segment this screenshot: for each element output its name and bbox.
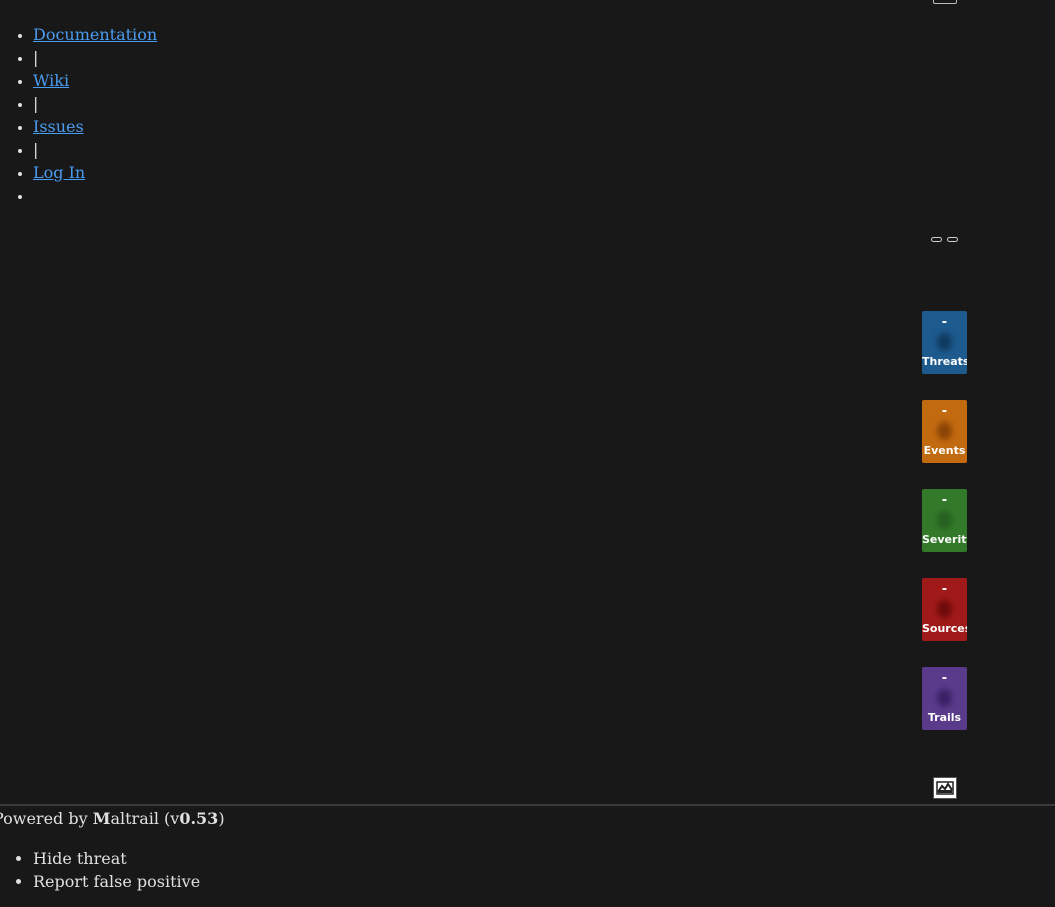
events-stat-box[interactable]: - Events	[922, 400, 967, 463]
issues-link[interactable]: Issues	[33, 117, 84, 136]
severity-sparkline	[937, 511, 952, 529]
severity-value: -	[941, 493, 948, 508]
nav-separator: |	[33, 138, 157, 161]
brand-initial: M	[92, 809, 111, 828]
version-number: 0.53	[179, 809, 219, 828]
threats-value: -	[941, 315, 948, 330]
header-nav: Documentation | Wiki | Issues | Log In	[33, 23, 157, 207]
brand-name: altrail	[110, 809, 159, 828]
sources-stat-box[interactable]: - Sources	[922, 578, 967, 641]
nav-separator: |	[33, 92, 157, 115]
severity-stat-box[interactable]: - Severity	[922, 489, 967, 552]
period-next-button[interactable]	[947, 237, 958, 242]
nav-item-empty	[33, 184, 157, 207]
nav-separator: |	[33, 46, 157, 69]
sources-sparkline	[937, 600, 952, 618]
documentation-link[interactable]: Documentation	[33, 25, 157, 44]
events-value: -	[941, 404, 948, 419]
trails-stat-box[interactable]: - Trails	[922, 667, 967, 730]
nav-item-wiki: Wiki	[33, 69, 157, 92]
hide-threat-item[interactable]: Hide threat	[33, 847, 200, 870]
trails-label: Trails	[927, 711, 962, 724]
page: Documentation | Wiki | Issues | Log In -…	[0, 0, 1055, 907]
chart-icon[interactable]	[933, 777, 957, 799]
nav-item-documentation: Documentation	[33, 23, 157, 46]
login-link[interactable]: Log In	[33, 163, 85, 182]
events-label: Events	[923, 444, 966, 457]
period-prev-button[interactable]	[931, 237, 942, 242]
report-false-positive-item[interactable]: Report false positive	[33, 870, 200, 893]
events-sparkline	[937, 422, 952, 440]
sources-label: Sources	[922, 622, 967, 635]
context-menu: Hide threat Report false positive	[33, 847, 200, 893]
sources-value: -	[941, 582, 948, 597]
nav-item-login: Log In	[33, 161, 157, 184]
trails-sparkline	[937, 689, 952, 707]
threats-label: Threats	[922, 355, 967, 368]
threats-stat-box[interactable]: - Threats	[922, 311, 967, 374]
threats-sparkline	[937, 333, 952, 351]
severity-label: Severity	[922, 533, 967, 546]
panel-icon[interactable]	[933, 0, 957, 4]
nav-item-issues: Issues	[33, 115, 157, 138]
footer-divider	[0, 804, 1055, 806]
wiki-link[interactable]: Wiki	[33, 71, 69, 90]
footer-credit: Powered by Maltrail (v0.53)	[0, 809, 225, 828]
trails-value: -	[941, 671, 948, 686]
chart-icon-graphic	[936, 781, 954, 795]
